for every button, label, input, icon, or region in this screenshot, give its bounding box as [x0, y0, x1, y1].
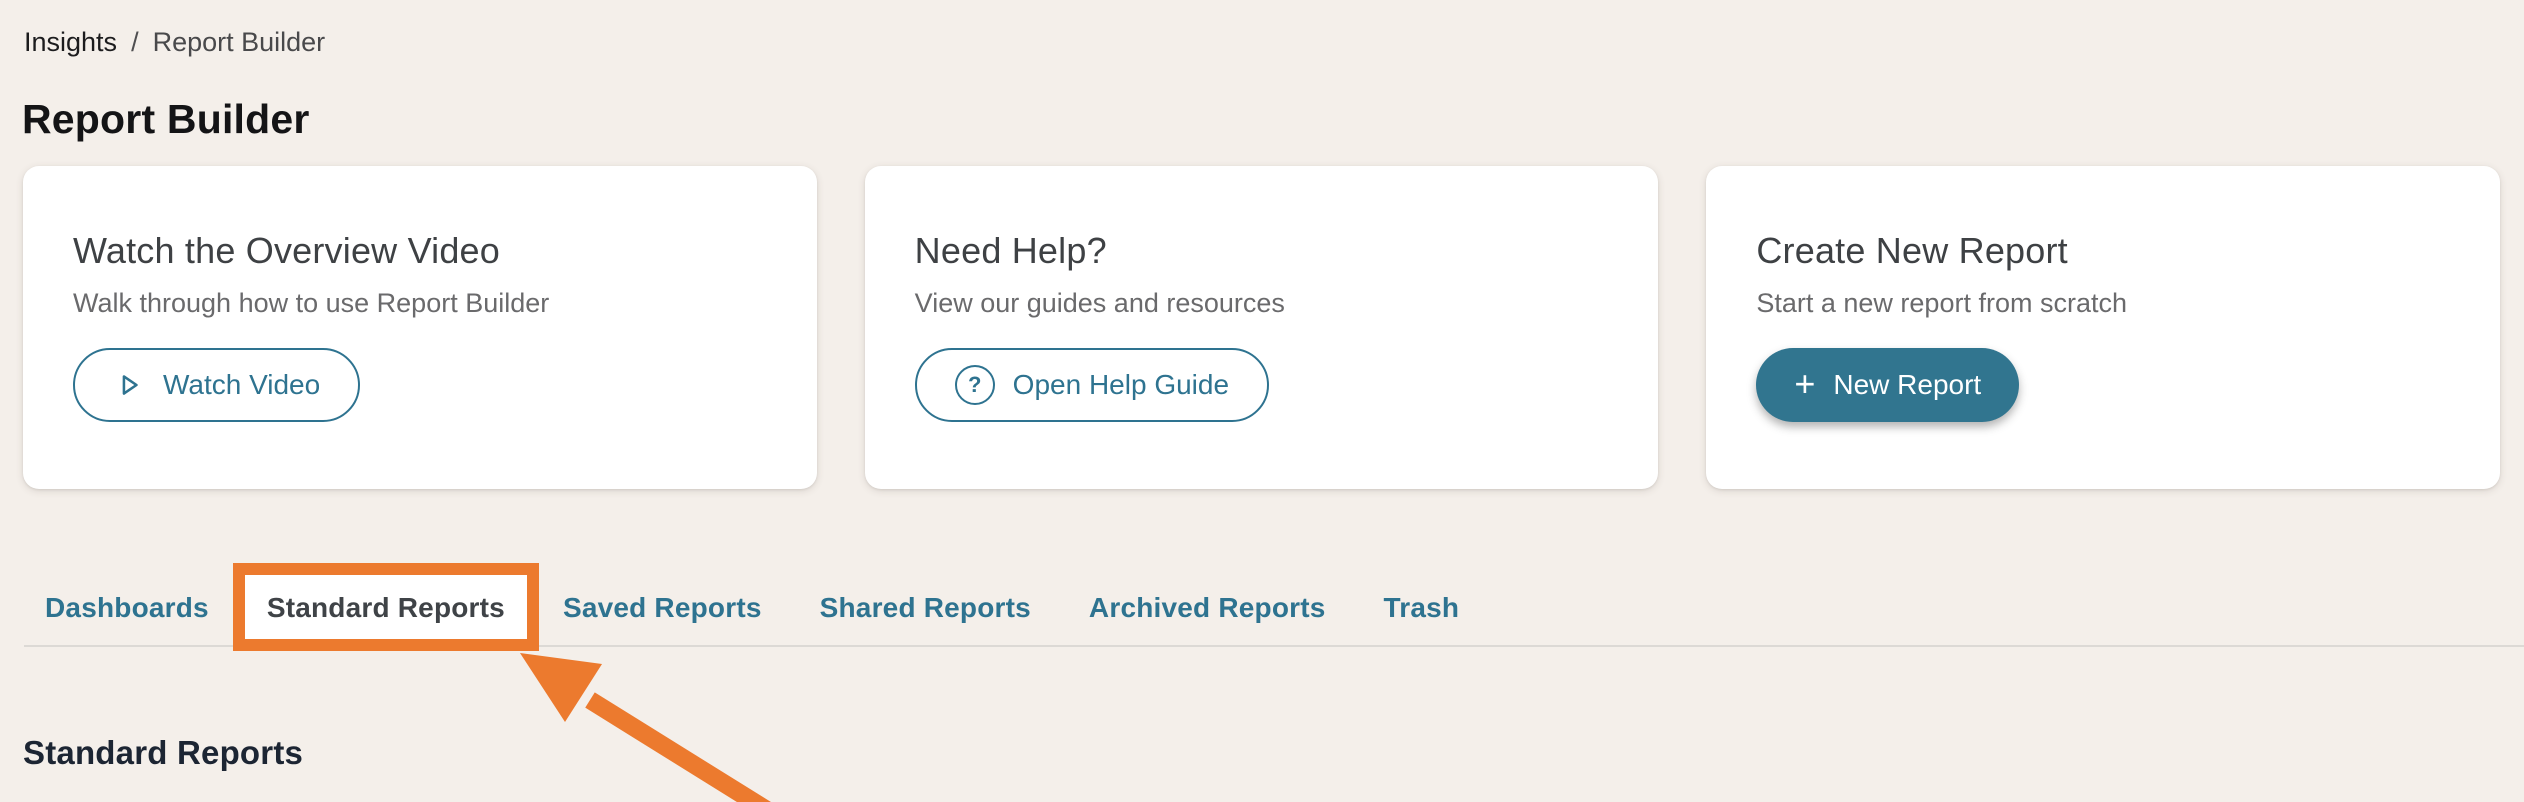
- help-circle-icon: ?: [955, 365, 995, 405]
- open-help-guide-label: Open Help Guide: [1013, 369, 1229, 401]
- report-builder-page: Insights / Report Builder Report Builder…: [0, 0, 2524, 802]
- tab-saved-reports[interactable]: Saved Reports: [563, 592, 762, 624]
- card-subtitle: View our guides and resources: [915, 288, 1609, 319]
- card-title: Watch the Overview Video: [73, 230, 767, 272]
- cards-row: Watch the Overview Video Walk through ho…: [23, 166, 2500, 489]
- new-report-button[interactable]: + New Report: [1756, 348, 2019, 422]
- card-actions: + New Report: [1756, 348, 2019, 422]
- breadcrumb-report-builder: Report Builder: [153, 27, 326, 58]
- watch-video-label: Watch Video: [163, 369, 320, 401]
- tab-bar: Dashboards Standard Reports Saved Report…: [45, 592, 1459, 624]
- page-title: Report Builder: [22, 96, 310, 143]
- tab-shared-reports[interactable]: Shared Reports: [820, 592, 1031, 624]
- open-help-guide-button[interactable]: ? Open Help Guide: [915, 348, 1269, 422]
- section-heading-standard-reports: Standard Reports: [23, 734, 303, 772]
- card-title: Need Help?: [915, 230, 1609, 272]
- card-subtitle: Walk through how to use Report Builder: [73, 288, 767, 319]
- card-need-help: Need Help? View our guides and resources…: [865, 166, 1659, 489]
- watch-video-button[interactable]: Watch Video: [73, 348, 360, 422]
- breadcrumb-insights[interactable]: Insights: [24, 27, 117, 58]
- card-create-new-report: Create New Report Start a new report fro…: [1706, 166, 2500, 489]
- tab-standard-reports[interactable]: Standard Reports: [267, 592, 505, 624]
- play-icon: [113, 369, 145, 401]
- new-report-label: New Report: [1833, 369, 1981, 401]
- tab-archived-reports[interactable]: Archived Reports: [1089, 592, 1326, 624]
- card-watch-overview-video: Watch the Overview Video Walk through ho…: [23, 166, 817, 489]
- card-title: Create New Report: [1756, 230, 2450, 272]
- plus-icon: +: [1794, 366, 1815, 402]
- breadcrumb: Insights / Report Builder: [24, 27, 325, 58]
- card-subtitle: Start a new report from scratch: [1756, 288, 2450, 319]
- card-actions: Watch Video: [73, 348, 360, 422]
- breadcrumb-separator: /: [131, 27, 139, 58]
- tab-trash[interactable]: Trash: [1384, 592, 1460, 624]
- tab-standard-reports-label: Standard Reports: [267, 592, 505, 623]
- tab-dashboards[interactable]: Dashboards: [45, 592, 209, 624]
- card-actions: ? Open Help Guide: [915, 348, 1269, 422]
